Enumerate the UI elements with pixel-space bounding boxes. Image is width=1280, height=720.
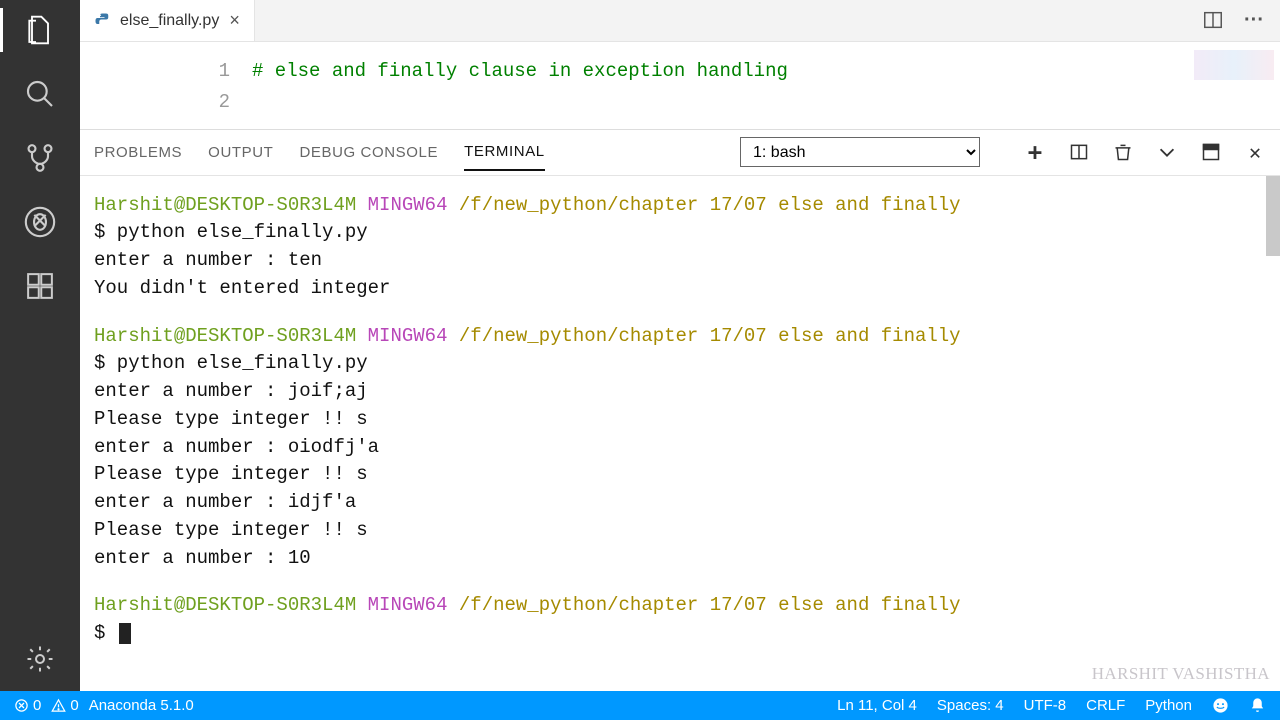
terminal-line: Please type integer !! s bbox=[94, 406, 1280, 434]
status-feedback-icon[interactable] bbox=[1212, 697, 1229, 714]
chevron-down-icon[interactable] bbox=[1156, 138, 1178, 166]
bottom-panel: PROBLEMS OUTPUT DEBUG CONSOLE TERMINAL 1… bbox=[80, 129, 1280, 691]
terminal-cmd: $ python else_finally.py bbox=[94, 350, 1280, 378]
terminal-scrollbar[interactable] bbox=[1266, 176, 1280, 256]
terminal-line: Harshit@DESKTOP-S0R3L4M MINGW64 /f/new_p… bbox=[94, 592, 1280, 620]
status-encoding[interactable]: UTF-8 bbox=[1024, 697, 1067, 714]
extensions-icon[interactable] bbox=[22, 268, 58, 304]
terminal-line: enter a number : 10 bbox=[94, 545, 1280, 573]
python-file-icon bbox=[94, 12, 112, 30]
kill-terminal-icon[interactable] bbox=[1112, 138, 1134, 166]
split-terminal-icon[interactable] bbox=[1068, 138, 1090, 166]
more-actions-icon[interactable]: ··· bbox=[1244, 9, 1264, 32]
panel-tabs: PROBLEMS OUTPUT DEBUG CONSOLE TERMINAL 1… bbox=[80, 130, 1280, 176]
status-errors[interactable]: 0 bbox=[14, 697, 41, 714]
status-warnings[interactable]: 0 bbox=[51, 697, 78, 714]
code-editor[interactable]: 1 2 # else and finally clause in excepti… bbox=[80, 42, 1280, 129]
terminal-cursor bbox=[119, 623, 131, 644]
terminal-prompt-line: $ bbox=[94, 620, 1280, 648]
minimap[interactable] bbox=[1194, 50, 1274, 80]
terminal-output[interactable]: Harshit@DESKTOP-S0R3L4M MINGW64 /f/new_p… bbox=[80, 176, 1280, 691]
status-language[interactable]: Python bbox=[1145, 697, 1192, 714]
terminal-line: enter a number : ten bbox=[94, 247, 1280, 275]
status-bar: 0 0 Anaconda 5.1.0 Ln 11, Col 4 Spaces: … bbox=[0, 691, 1280, 720]
status-cursor-position[interactable]: Ln 11, Col 4 bbox=[837, 697, 917, 714]
split-editor-icon[interactable] bbox=[1202, 9, 1224, 32]
maximize-panel-icon[interactable] bbox=[1200, 138, 1222, 166]
panel-tab-problems[interactable]: PROBLEMS bbox=[94, 144, 182, 161]
vscode-window: else_finally.py × ··· 1 2 # else and fin… bbox=[0, 0, 1280, 720]
explorer-icon[interactable] bbox=[22, 12, 58, 48]
editor-tabs-bar: else_finally.py × ··· bbox=[80, 0, 1280, 42]
terminal-line: enter a number : oiodfj'a bbox=[94, 434, 1280, 462]
terminal-line: Harshit@DESKTOP-S0R3L4M MINGW64 /f/new_p… bbox=[94, 192, 1280, 220]
terminal-line: enter a number : joif;aj bbox=[94, 378, 1280, 406]
panel-tab-output[interactable]: OUTPUT bbox=[208, 144, 273, 161]
debug-icon[interactable] bbox=[22, 204, 58, 240]
terminal-line: Harshit@DESKTOP-S0R3L4M MINGW64 /f/new_p… bbox=[94, 323, 1280, 351]
tab-close-icon[interactable]: × bbox=[227, 8, 242, 33]
terminal-line: Please type integer !! s bbox=[94, 461, 1280, 489]
main-area: else_finally.py × ··· 1 2 # else and fin… bbox=[0, 0, 1280, 691]
status-notifications-icon[interactable] bbox=[1249, 697, 1266, 714]
panel-tab-debug[interactable]: DEBUG CONSOLE bbox=[299, 144, 438, 161]
terminal-cmd: $ python else_finally.py bbox=[94, 219, 1280, 247]
editor-title-actions: ··· bbox=[1202, 9, 1280, 32]
close-panel-icon[interactable]: ✕ bbox=[1244, 138, 1266, 166]
terminal-line: You didn't entered integer bbox=[94, 275, 1280, 303]
editor-panel-area: else_finally.py × ··· 1 2 # else and fin… bbox=[80, 0, 1280, 691]
search-icon[interactable] bbox=[22, 76, 58, 112]
new-terminal-icon[interactable]: + bbox=[1024, 138, 1046, 166]
panel-actions: + ✕ bbox=[1024, 138, 1266, 166]
source-control-icon[interactable] bbox=[22, 140, 58, 176]
settings-gear-icon[interactable] bbox=[22, 641, 58, 677]
status-python-env[interactable]: Anaconda 5.1.0 bbox=[89, 697, 194, 714]
panel-tab-terminal[interactable]: TERMINAL bbox=[464, 143, 545, 171]
terminal-selector[interactable]: 1: bash bbox=[740, 137, 980, 167]
terminal-line: enter a number : idjf'a bbox=[94, 489, 1280, 517]
activity-bar bbox=[0, 0, 80, 691]
terminal-line: Please type integer !! s bbox=[94, 517, 1280, 545]
line-gutter: 1 2 bbox=[80, 56, 230, 119]
watermark-text: HARSHIT VASHISTHA bbox=[1092, 662, 1270, 687]
code-content: # else and finally clause in exception h… bbox=[252, 56, 788, 119]
tab-filename: else_finally.py bbox=[120, 12, 219, 30]
status-eol[interactable]: CRLF bbox=[1086, 697, 1125, 714]
status-indentation[interactable]: Spaces: 4 bbox=[937, 697, 1004, 714]
tab-else-finally[interactable]: else_finally.py × bbox=[80, 0, 255, 41]
